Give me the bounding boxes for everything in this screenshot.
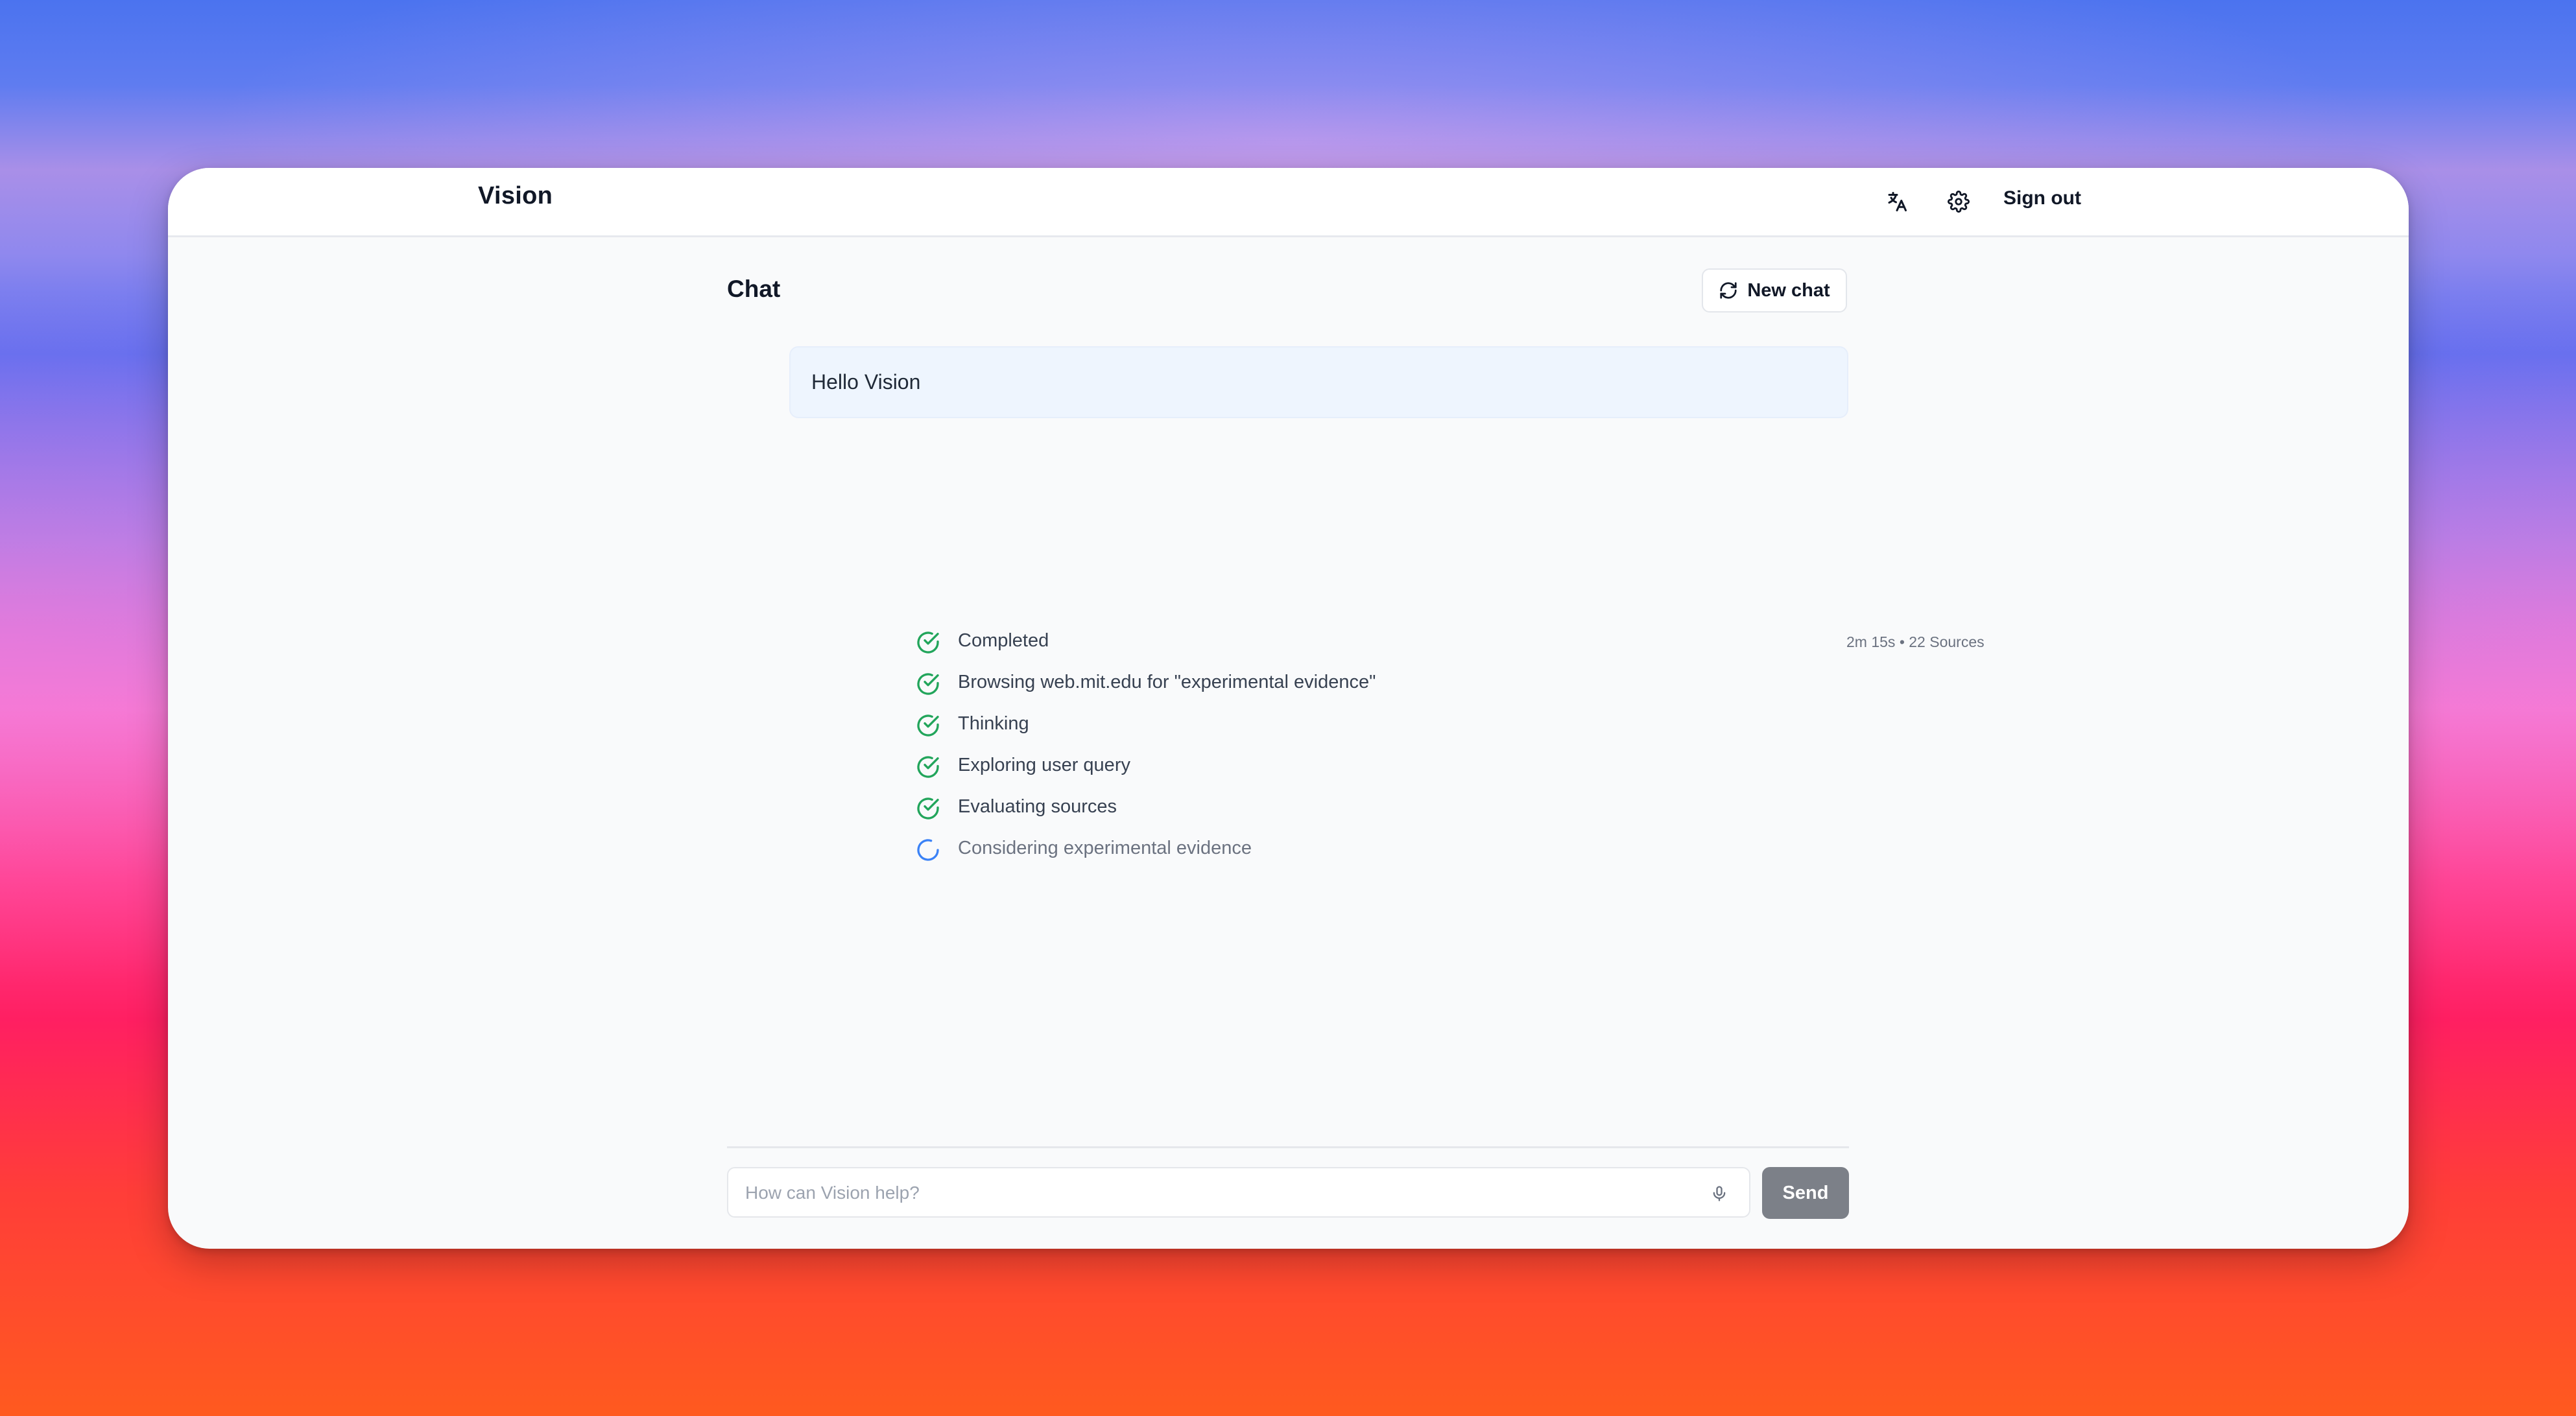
send-button[interactable]: Send [1762, 1167, 1849, 1219]
step-exploring: Exploring user query [915, 751, 1995, 783]
check-circle-icon [917, 756, 939, 778]
check-circle-icon [917, 673, 939, 695]
translate-icon[interactable] [1880, 185, 1914, 218]
step-label: Exploring user query [958, 755, 1130, 775]
check-circle-icon [917, 714, 939, 737]
sign-out-link[interactable]: Sign out [2003, 187, 2081, 209]
step-browsing: Browsing web.mit.edu for "experimental e… [915, 668, 1995, 700]
user-message-bubble: Hello Vision [789, 346, 1848, 418]
user-message-text: Hello Vision [811, 370, 921, 394]
message-input[interactable] [744, 1176, 1667, 1210]
brand-logo-text: Vision [478, 182, 553, 209]
step-label: Browsing web.mit.edu for "experimental e… [958, 672, 1376, 692]
check-circle-icon [917, 631, 939, 654]
step-evaluating: Evaluating sources [915, 792, 1995, 825]
new-chat-label: New chat [1747, 279, 1830, 301]
new-chat-button[interactable]: New chat [1702, 268, 1847, 313]
top-navbar: Vision Sign out [168, 168, 2409, 237]
composer-divider [727, 1146, 1849, 1148]
progress-meta: 2m 15s • 22 Sources [1846, 633, 1985, 650]
step-label: Considering experimental evidence [958, 838, 1252, 858]
microphone-icon[interactable] [1706, 1181, 1732, 1207]
gear-icon[interactable] [1942, 185, 1975, 218]
message-composer [727, 1167, 1750, 1218]
step-considering: Considering experimental evidence [915, 834, 1995, 866]
check-circle-icon [917, 797, 939, 820]
loading-spinner-icon [917, 839, 939, 861]
app-window: Vision Sign out Chat New chat Hello Visi… [168, 168, 2409, 1249]
step-thinking: Thinking [915, 709, 1995, 742]
refresh-icon [1719, 281, 1738, 300]
step-label: Evaluating sources [958, 796, 1117, 817]
step-completed: Completed 2m 15s • 22 Sources [915, 626, 1995, 659]
step-label: Thinking [958, 713, 1029, 734]
page-title: Chat [727, 276, 781, 302]
step-label: Completed [958, 630, 1049, 651]
